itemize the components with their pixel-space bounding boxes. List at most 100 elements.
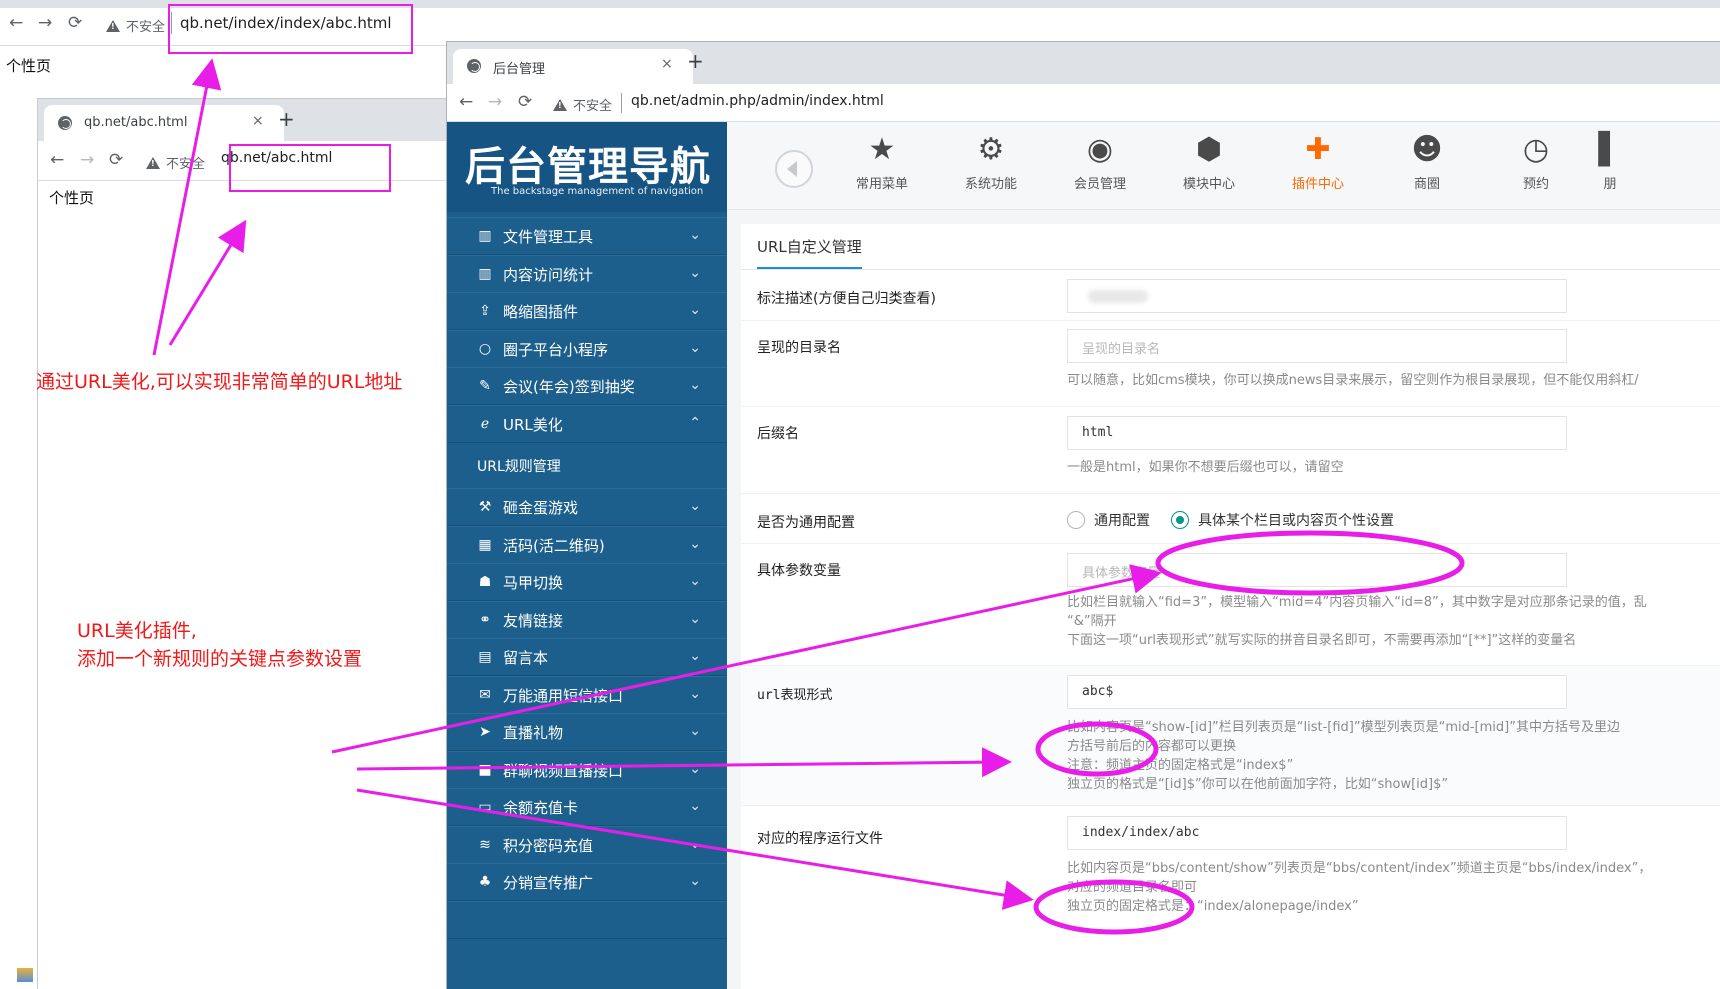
reload-icon[interactable]: ⟳ [109,152,123,169]
chevron-down-icon: ⌄ [689,798,701,814]
sidebar-subitem-url-rules[interactable]: URL规则管理 [447,443,727,488]
new-tab-button[interactable]: + [278,107,295,131]
sidebar-item-points-recharge[interactable]: ≋ 积分密码充值 ⌄ [447,826,727,864]
globe-icon [58,116,72,130]
sidebar-item-guestbook[interactable]: ▤ 留言本 ⌄ [447,638,727,676]
topnav-common-menu[interactable]: ★ 常用菜单 [827,130,937,192]
reload-icon[interactable]: ⟳ [68,15,82,32]
annotation-text-plugin: URL美化插件, [77,620,197,642]
security-indicator[interactable]: 不安全 [146,153,205,172]
plane-icon: ➤ [479,724,491,740]
chevron-down-icon: ⌄ [689,611,701,627]
envelope-icon: ✉ [479,687,491,703]
topnav-label: 插件中心 [1291,177,1344,192]
back-arrow-icon[interactable]: ← [459,94,473,111]
params-input[interactable]: 具体参数变量 [1067,553,1567,587]
sidebar-item-meeting-lottery[interactable]: ✎ 会议(年会)签到抽奖 ⌄ [447,367,727,405]
topnav-booking[interactable]: ◷ 预约 [1481,130,1591,192]
sidebar-item-url-beautify[interactable]: ℯ URL美化 ⌃ [447,405,727,443]
hammer-icon: ⚒ [478,499,492,515]
reload-icon[interactable]: ⟳ [518,94,532,111]
database-icon: ≋ [479,837,491,853]
sidebar-item-balance-card[interactable]: ▭ 余额充值卡 ⌄ [447,788,727,826]
forward-arrow-icon[interactable]: → [80,152,94,169]
url-divider [621,93,622,113]
sidebar-item-thumbnail[interactable]: ⇪ 略缩图插件 ⌄ [447,292,727,330]
chevron-down-icon: ⌄ [689,536,701,552]
help-text: 比如内容页是“show-[id]”栏目列表页是“list-[fid]”模型列表页… [1067,720,1620,735]
edit-icon: ✎ [479,378,491,394]
chevron-down-icon: ⌄ [689,873,701,889]
back-arrow-icon[interactable]: ← [9,15,23,32]
sidebar-item-label: 留言本 [503,648,549,667]
sidebar-item-distribution[interactable]: ♣ 分销宣传推广 ⌄ [447,863,727,901]
cubes-icon: ⬢ [1195,132,1223,167]
field-label: 标注描述(方便自己归类查看) [757,291,936,307]
sidebar-item-label: 活码(活二维码) [503,536,605,555]
topnav-label: 商圈 [1413,177,1440,192]
topnav-members[interactable]: ◉ 会员管理 [1045,130,1155,192]
video-icon: ■ [478,762,492,778]
help-text: 比如内容页是“bbs/content/show”列表页是“bbs/content… [1067,861,1652,876]
sidebar-item-visit-stats[interactable]: ▥ 内容访问统计 ⌄ [447,255,727,293]
url-format-input[interactable]: abc$ [1067,675,1567,709]
sidebar-item-live-gifts[interactable]: ➤ 直播礼物 ⌄ [447,713,727,751]
sidebar-item-live-qrcode[interactable]: ▦ 活码(活二维码) ⌄ [447,526,727,564]
new-tab-button[interactable]: + [687,49,704,73]
sidebar-item-file-tools[interactable]: ▥ 文件管理工具 ⌄ [447,217,727,255]
sidebar-item-label: URL美化 [503,415,563,434]
program-file-input[interactable]: index/index/abc [1067,816,1567,850]
topnav-system[interactable]: ⚙ 系统功能 [936,130,1046,192]
scroll-left-button[interactable] [775,150,813,188]
radio-dot[interactable] [1067,511,1085,529]
help-text: 注意：频道主页的固定格式是“index$” [1067,758,1294,773]
form-row-directory: 呈现的目录名 呈现的目录名 可以随意，比如cms模块，你可以换成news目录来展… [741,321,1720,407]
forward-arrow-icon[interactable]: → [38,15,52,32]
browser-tab[interactable]: 后台管理 × [453,49,693,84]
chevron-down-icon: ⌄ [689,723,701,739]
close-icon[interactable]: × [661,56,673,72]
page-icon: ▌ [1598,132,1622,167]
description-input[interactable] [1067,279,1567,313]
radio-specific-config[interactable]: 具体某个栏目或内容页个性设置 [1171,510,1394,530]
security-label: 不安全 [166,157,206,172]
panel-title: URL自定义管理 [757,236,862,269]
security-indicator[interactable]: 不安全 [106,16,165,35]
star-icon: ★ [868,132,896,167]
back-arrow-icon[interactable]: ← [50,152,64,169]
forward-arrow-icon[interactable]: → [488,94,502,111]
browser-tab[interactable]: qb.net/abc.html × [44,105,284,141]
sidebar-item-friend-links[interactable]: ⚭ 友情链接 ⌄ [447,601,727,639]
suffix-input[interactable]: html [1067,416,1567,450]
taskbar-app-icon[interactable] [17,968,33,982]
directory-input[interactable]: 呈现的目录名 [1067,329,1567,363]
middle-browser-window: qb.net/abc.html × + ← → ⟳ 不安全 qb.net/abc… [37,98,447,989]
radio-general-config[interactable]: 通用配置 [1067,510,1150,530]
chart-icon: ▥ [478,266,492,282]
qrcode-icon: ▦ [478,537,492,553]
security-indicator[interactable]: 不安全 [553,95,612,114]
sidebar-item-circle-miniapp[interactable]: ○ 圈子平台小程序 ⌄ [447,330,727,368]
clock-icon: ◷ [1522,132,1550,167]
sidebar-item-golden-egg[interactable]: ⚒ 砸金蛋游戏 ⌄ [447,488,727,526]
field-label: 后缀名 [757,426,799,442]
sidebar-item-label: 内容访问统计 [503,265,594,284]
topnav-more[interactable]: ▌ 朋 [1590,130,1630,192]
chevron-down-icon: ⌄ [689,302,701,318]
address-bar-url[interactable]: qb.net/admin.php/admin/index.html [631,93,884,109]
sidebar-item-more[interactable] [447,901,727,939]
sidebar-item-account-switch[interactable]: ☗ 马甲切换 ⌄ [447,563,727,601]
sidebar-item-label: 直播礼物 [503,723,564,742]
help-text: 独立页的固定格式是：“index/alonepage/index” [1067,899,1359,914]
form-row-description: 标注描述(方便自己归类查看) [741,271,1720,321]
radio-label: 通用配置 [1094,513,1150,529]
sidebar-item-label: 马甲切换 [503,573,564,592]
sidebar-item-video-live[interactable]: ■ 群聊视频直播接口 ⌄ [447,751,727,789]
close-icon[interactable]: × [252,113,264,129]
topnav-business[interactable]: ☻ 商圈 [1372,130,1482,192]
topnav-plugins[interactable]: ✚ 插件中心 [1263,130,1373,192]
radio-dot[interactable] [1171,511,1189,529]
topnav-modules[interactable]: ⬢ 模块中心 [1154,130,1264,192]
sidebar-item-sms-api[interactable]: ✉ 万能通用短信接口 ⌄ [447,676,727,714]
sidebar-item-label: 万能通用短信接口 [503,686,624,705]
